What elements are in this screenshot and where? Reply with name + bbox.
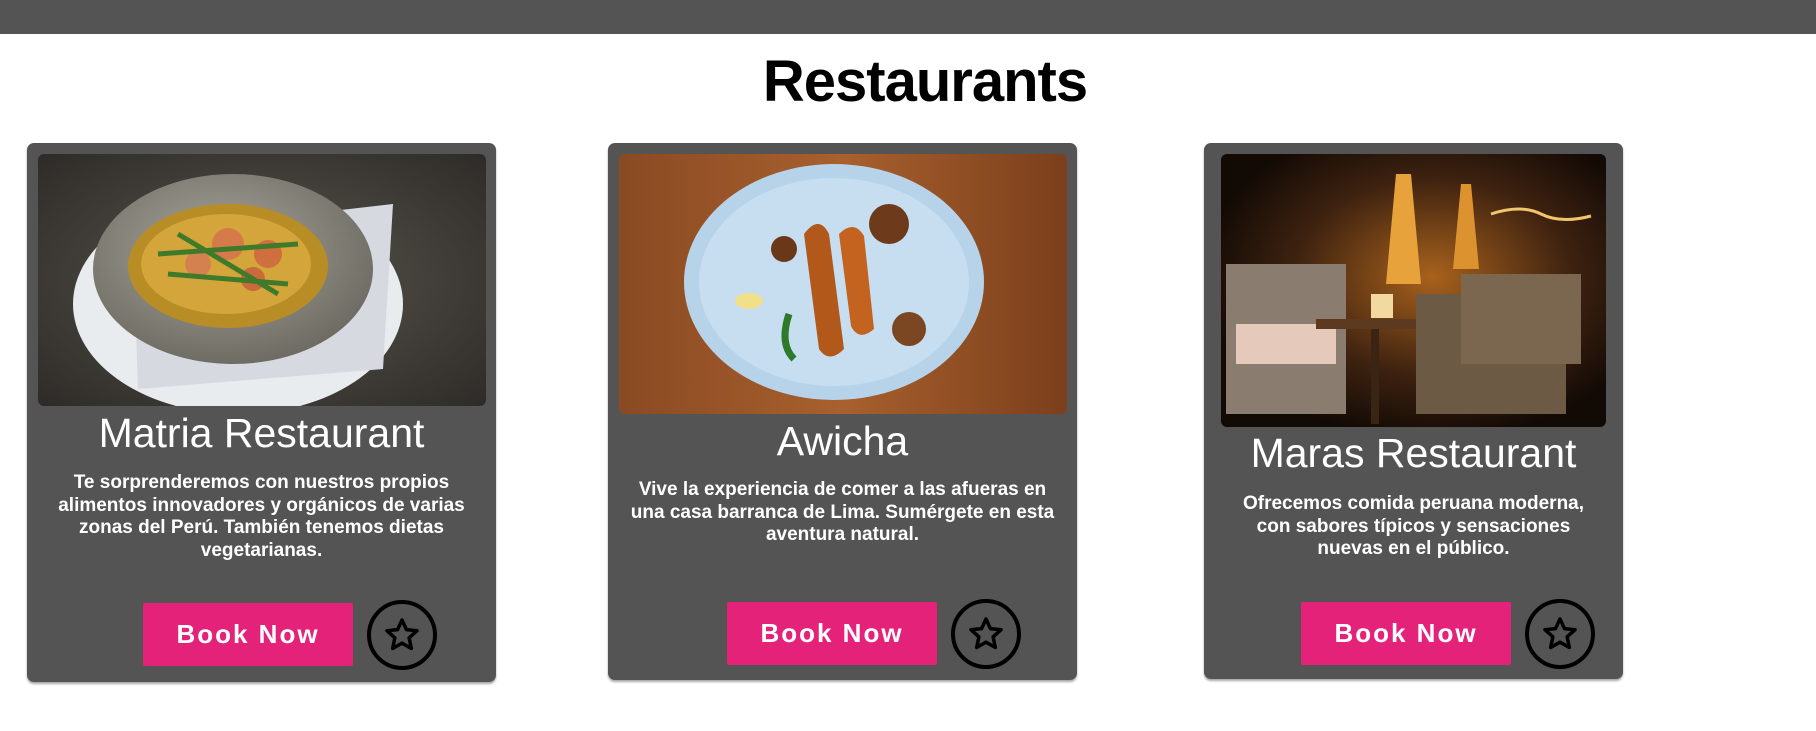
restaurant-card: Matria Restaurant Te sorprenderemos con … [27,143,496,682]
restaurant-description: Te sorprenderemos con nuestros propios a… [58,472,465,561]
restaurant-photo [619,154,1067,414]
favorite-button[interactable] [367,600,437,670]
star-outline-icon [969,617,1003,650]
restaurant-name: Maras Restaurant [1250,430,1577,476]
book-now-button[interactable]: Book Now [143,603,353,666]
restaurant-card: Maras Restaurant Ofrecemos comida peruan… [1204,143,1623,679]
restaurant-description: Ofrecemos comida peruana moderna, con sa… [1242,493,1585,559]
restaurant-name: Matria Restaurant [98,410,425,456]
star-outline-icon [1543,617,1577,650]
favorite-button[interactable] [951,599,1021,669]
restaurant-photo [1221,154,1606,427]
favorite-button[interactable] [1525,599,1595,669]
top-nav-bar [0,0,1816,34]
star-outline-icon [385,618,419,651]
book-now-button[interactable]: Book Now [1301,602,1511,665]
page-title: Restaurants [762,49,1088,114]
book-now-button[interactable]: Book Now [727,602,937,665]
restaurant-photo [38,154,486,406]
restaurant-name: Awicha [776,418,909,464]
restaurant-card: Awicha Vive la experiencia de comer a la… [608,143,1077,680]
restaurant-description: Vive la experiencia de comer a las afuer… [630,479,1055,545]
